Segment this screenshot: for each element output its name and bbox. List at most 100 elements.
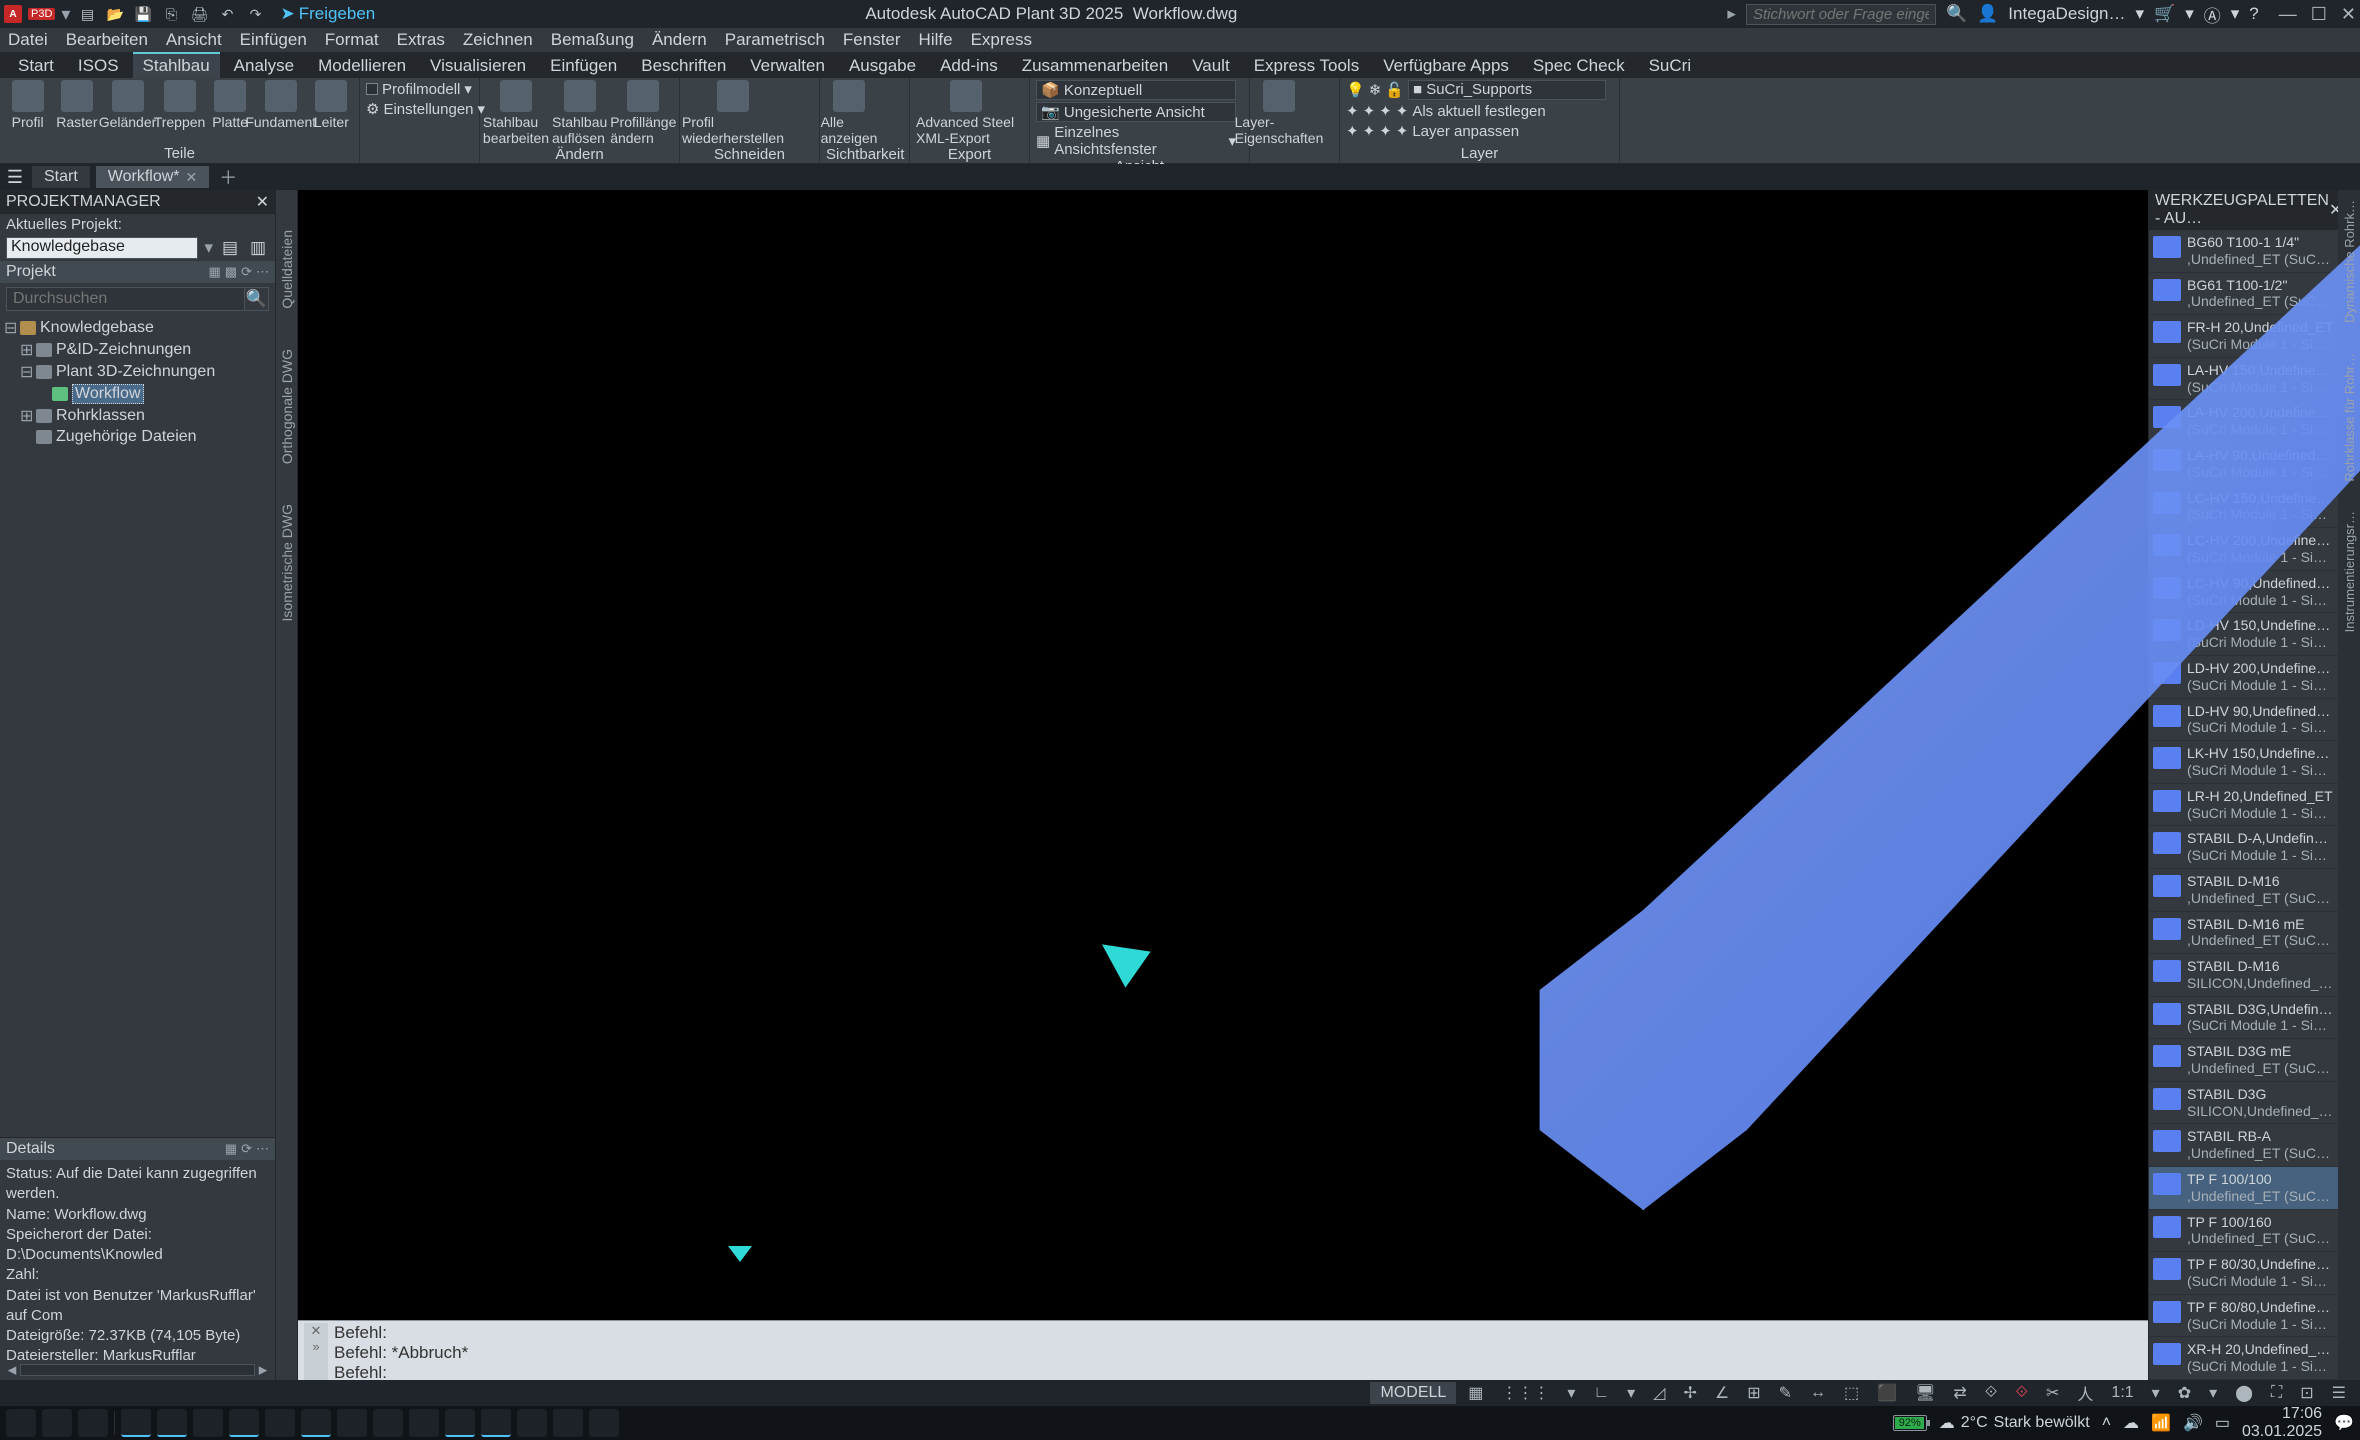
ribbon-tab-start[interactable]: Start: [8, 52, 64, 78]
einstellungen-option[interactable]: Einstellungen: [383, 101, 473, 118]
cmd-close-icon[interactable]: ✕: [311, 1323, 322, 1339]
taskbar-app[interactable]: [337, 1409, 367, 1437]
profil-button[interactable]: Profil: [6, 80, 49, 130]
status-isolate-icon[interactable]: ⬤: [2229, 1383, 2259, 1403]
tray-network-icon[interactable]: 📶: [2151, 1413, 2171, 1433]
maximize-button[interactable]: ☐: [2311, 4, 2327, 25]
ribbon-tab-vault[interactable]: Vault: [1182, 52, 1240, 78]
stahlbau-auflösen-button[interactable]: Stahlbau auflösen: [552, 80, 607, 146]
saveas-icon[interactable]: ⎘: [160, 3, 182, 25]
save-icon[interactable]: 💾: [132, 3, 154, 25]
ribbon-tab-einfügen[interactable]: Einfügen: [540, 52, 627, 78]
menu-ansicht[interactable]: Ansicht: [166, 30, 222, 50]
details-tool-icon[interactable]: ⟳: [241, 1141, 252, 1157]
ribbon-tab-spec-check[interactable]: Spec Check: [1523, 52, 1635, 78]
profilmodell-option[interactable]: Profilmodell: [382, 81, 460, 98]
layer-adjust[interactable]: Layer anpassen: [1412, 123, 1519, 140]
menu-bemaßung[interactable]: Bemaßung: [551, 30, 634, 50]
geländer-button[interactable]: Geländer: [105, 80, 151, 130]
pm-toolbtn-2[interactable]: ▥: [247, 237, 269, 259]
ribbon-tab-verfügbare-apps[interactable]: Verfügbare Apps: [1373, 52, 1519, 78]
taskbar-app[interactable]: [121, 1409, 151, 1437]
raster-button[interactable]: Raster: [55, 80, 98, 130]
taskbar-clock[interactable]: 17:0603.01.2025: [2242, 1405, 2322, 1440]
ribbon-tab-analyse[interactable]: Analyse: [224, 52, 304, 78]
project-select[interactable]: Knowledgebase: [6, 237, 198, 259]
taskbar-app[interactable]: [265, 1409, 295, 1437]
user-icon[interactable]: 👤: [1977, 4, 1998, 24]
single-viewport-option[interactable]: Einzelnes Ansichtsfenster: [1054, 124, 1224, 158]
ribbon-tab-stahlbau[interactable]: Stahlbau: [133, 52, 220, 78]
ribbon-tab-zusammenarbeiten[interactable]: Zusammenarbeiten: [1012, 52, 1178, 78]
project-tree[interactable]: ⊟Knowledgebase ⊞P&ID-Zeichnungen ⊟Plant …: [0, 315, 275, 1137]
profil-wiederherstellen-button[interactable]: Profil wiederherstellen: [710, 80, 756, 146]
taskbar-app[interactable]: [553, 1409, 583, 1437]
status-customize-icon[interactable]: ☰: [2326, 1383, 2352, 1403]
plot-icon[interactable]: 🖨: [188, 3, 210, 25]
taskbar-app[interactable]: [445, 1409, 475, 1437]
drawing-viewport[interactable]: [298, 190, 2148, 1320]
palette-tab[interactable]: Dynamische Rohrk…: [2342, 200, 2357, 323]
pm-search-input[interactable]: [6, 287, 245, 311]
palette-item[interactable]: XR-H 20,Undefined_ET(SuCri Module 1 - Si…: [2149, 1337, 2338, 1380]
section-tool-icon[interactable]: ⋯: [256, 264, 269, 280]
ribbon-tab-modellieren[interactable]: Modellieren: [308, 52, 416, 78]
tray-cloud-icon[interactable]: ☁: [2123, 1413, 2139, 1433]
taskbar-app[interactable]: [373, 1409, 403, 1437]
side-tab-ortho[interactable]: Orthogonale DWG: [279, 349, 295, 464]
view-combo[interactable]: 📷 Ungesicherte Ansicht: [1036, 102, 1236, 122]
taskbar-search[interactable]: [42, 1409, 72, 1437]
tray-volume-icon[interactable]: 🔊: [2183, 1413, 2203, 1433]
status-grid-icon[interactable]: ▦: [1462, 1383, 1489, 1403]
menu-fenster[interactable]: Fenster: [843, 30, 901, 50]
user-name[interactable]: IntegaDesign…: [2008, 4, 2125, 24]
ribbon-tab-verwalten[interactable]: Verwalten: [740, 52, 835, 78]
menu-zeichnen[interactable]: Zeichnen: [463, 30, 533, 50]
treppen-button[interactable]: Treppen: [157, 80, 203, 130]
section-tool-icon[interactable]: ⟳: [241, 264, 252, 280]
taskbar-start[interactable]: [6, 1409, 36, 1437]
palette-tab[interactable]: Instrumentierungsr…: [2342, 511, 2357, 632]
status-ortho-icon[interactable]: ◿: [1647, 1383, 1671, 1403]
leiter-button[interactable]: Leiter: [310, 80, 353, 130]
panel-close-icon[interactable]: ✕: [256, 192, 269, 212]
taskbar-app[interactable]: [301, 1409, 331, 1437]
new-icon[interactable]: ▤: [76, 3, 98, 25]
menu-format[interactable]: Format: [325, 30, 379, 50]
ribbon-tab-add-ins[interactable]: Add-ins: [930, 52, 1008, 78]
search-icon[interactable]: 🔍: [1946, 4, 1967, 24]
pm-toolbtn-1[interactable]: ▤: [219, 237, 241, 259]
doctabs-menu-icon[interactable]: ☰: [4, 167, 26, 188]
battery-icon[interactable]: 92%: [1893, 1415, 1927, 1431]
doc-tab-workflow[interactable]: Workflow*✕: [96, 166, 209, 188]
palette-item[interactable]: TP F 100/160,Undefined_ET (SuCri Mo…: [2149, 1210, 2338, 1253]
status-polar-icon[interactable]: ✢: [1677, 1383, 1702, 1403]
tray-lang-icon[interactable]: ▭: [2215, 1413, 2230, 1433]
cart-icon[interactable]: 🛒: [2154, 4, 2175, 24]
undo-icon[interactable]: ↶: [216, 3, 238, 25]
layer-combo[interactable]: ■ SuCri_Supports: [1408, 80, 1606, 100]
side-tab-iso[interactable]: Isometrische DWG: [279, 504, 295, 621]
section-tool-icon[interactable]: ▩: [225, 264, 237, 280]
doc-tab-add-icon[interactable]: ＋: [219, 164, 237, 190]
menu-extras[interactable]: Extras: [397, 30, 445, 50]
alle-anzeigen-button[interactable]: Alle anzeigen: [826, 80, 872, 146]
palette-item[interactable]: TP F 80/80,Undefined_ET(SuCri Module 1 -…: [2149, 1295, 2338, 1338]
taskbar-app[interactable]: [229, 1409, 259, 1437]
tray-chevron-icon[interactable]: ˄: [2102, 1414, 2111, 1432]
ribbon-tab-isos[interactable]: ISOS: [68, 52, 129, 78]
qat-dropdown-icon[interactable]: ▾: [61, 4, 70, 25]
ribbon-tab-sucri[interactable]: SuCri: [1639, 52, 1702, 78]
menu-datei[interactable]: Datei: [8, 30, 48, 50]
ribbon-tab-express-tools[interactable]: Express Tools: [1244, 52, 1370, 78]
taskbar-app[interactable]: [589, 1409, 619, 1437]
status-snap-icon[interactable]: ∟: [1587, 1384, 1615, 1402]
stahlbau-bearbeiten-button[interactable]: Stahlbau bearbeiten: [486, 80, 546, 146]
palette-item[interactable]: TP F 80/30,Undefined_ET(SuCri Module 1 -…: [2149, 1252, 2338, 1295]
layer-props-button[interactable]: Layer-Eigenschaften: [1256, 80, 1302, 146]
cmd-expand-icon[interactable]: »: [312, 1339, 319, 1354]
side-tab-quelldateien[interactable]: Quelldateien: [279, 230, 295, 309]
minimize-button[interactable]: —: [2279, 4, 2297, 25]
model-space-button[interactable]: MODELL: [1370, 1382, 1456, 1404]
ribbon-tab-beschriften[interactable]: Beschriften: [631, 52, 736, 78]
